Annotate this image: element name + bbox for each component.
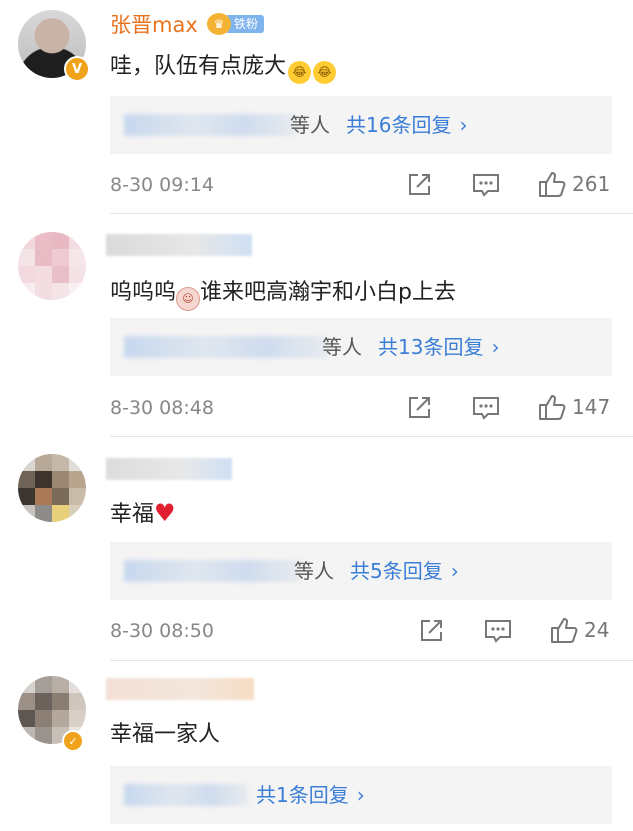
share-icon bbox=[421, 620, 442, 641]
like-button[interactable]: 147 bbox=[538, 393, 610, 421]
share-button[interactable] bbox=[406, 172, 432, 198]
view-replies-label: 共5条回复 bbox=[350, 559, 443, 583]
share-icon bbox=[409, 397, 430, 418]
blurred-username bbox=[106, 234, 252, 256]
reply-preview[interactable]: 等人 共16条回复 › bbox=[110, 96, 612, 154]
thumbs-up-icon bbox=[539, 395, 566, 420]
blurred-replier-names bbox=[124, 784, 248, 806]
timestamp: 8-30 09:14 bbox=[110, 174, 214, 196]
like-button[interactable]: 24 bbox=[550, 616, 609, 644]
timestamp: 8-30 08:50 bbox=[110, 620, 214, 642]
divider bbox=[110, 436, 633, 437]
view-replies-label: 共16条回复 bbox=[346, 113, 452, 137]
verified-badge-icon: ✓ bbox=[62, 730, 84, 752]
share-button[interactable] bbox=[406, 395, 432, 421]
comment-icon bbox=[473, 174, 499, 197]
comment-icon bbox=[473, 397, 499, 420]
blurred-username bbox=[106, 458, 232, 480]
username[interactable]: 张晋max bbox=[110, 10, 198, 40]
like-count: 261 bbox=[572, 172, 611, 196]
comment-text: 幸福♥ bbox=[110, 498, 176, 530]
comment-list: V 张晋max ♛ 铁粉 哇，队伍有点庞大 😂 😂 等人 共16条回复 › 8-30 … bbox=[0, 0, 633, 831]
reply-suffix: 等人 bbox=[290, 113, 330, 137]
comment-item: 幸福♥ 等人 共5条回复 › 8-30 08:50 24 bbox=[0, 444, 633, 664]
comment-text: 幸福一家人 bbox=[110, 722, 221, 747]
like-count: 24 bbox=[584, 618, 610, 642]
view-replies-link[interactable]: 共5条回复 › bbox=[350, 556, 459, 586]
blurred-username bbox=[106, 678, 254, 700]
like-button[interactable]: 261 bbox=[538, 170, 610, 198]
comment-item: 呜呜呜 ☺ 谁来吧高瀚宇和小白p上去 等人 共13条回复 › 8-30 08:48 1… bbox=[0, 222, 633, 442]
blurred-replier-names bbox=[124, 114, 296, 136]
blurred-replier-names bbox=[124, 336, 328, 358]
divider bbox=[110, 213, 633, 214]
laugh-cry-emoji-icon: 😂 bbox=[313, 61, 337, 84]
view-replies-link[interactable]: 共13条回复 › bbox=[378, 332, 499, 362]
thumbs-up-icon bbox=[539, 172, 566, 197]
comment-text-after: 谁来吧高瀚宇和小白p上去 bbox=[200, 280, 456, 305]
reply-suffix: 等人 bbox=[294, 559, 334, 583]
comment-icon bbox=[485, 620, 511, 643]
comment-item: V 张晋max ♛ 铁粉 哇，队伍有点庞大 😂 😂 等人 共16条回复 › 8-30 … bbox=[0, 0, 633, 220]
comment-text: 呜呜呜 ☺ 谁来吧高瀚宇和小白p上去 bbox=[110, 278, 456, 311]
view-replies-link[interactable]: 共1条回复 › bbox=[256, 780, 365, 810]
verified-badge-icon: V bbox=[64, 56, 90, 82]
comment-button[interactable] bbox=[472, 172, 500, 198]
baby-face-emoji-icon: ☺ bbox=[176, 287, 201, 311]
view-replies-link[interactable]: 共16条回复 › bbox=[346, 110, 467, 140]
share-button[interactable] bbox=[418, 618, 444, 644]
comment-button[interactable] bbox=[484, 618, 512, 644]
view-replies-label: 共13条回复 bbox=[378, 335, 484, 359]
timestamp: 8-30 08:48 bbox=[110, 397, 214, 419]
chevron-right-icon: › bbox=[459, 113, 468, 137]
comment-text-content: 哇，队伍有点庞大 bbox=[110, 54, 287, 79]
fan-badge: ♛ 铁粉 bbox=[207, 13, 265, 35]
comment-text: 哇，队伍有点庞大 😂 😂 bbox=[110, 52, 337, 84]
reply-preview[interactable]: 等人 共13条回复 › bbox=[110, 318, 612, 376]
laugh-cry-emoji-icon: 😂 bbox=[288, 61, 312, 84]
chevron-right-icon: › bbox=[491, 335, 500, 359]
comment-text-content: 幸福 bbox=[110, 502, 155, 527]
comment-button[interactable] bbox=[472, 395, 500, 421]
thumbs-up-icon bbox=[551, 618, 578, 643]
blurred-replier-names bbox=[124, 560, 300, 582]
reply-preview[interactable]: 等人 共5条回复 › bbox=[110, 542, 612, 600]
comment-text-before: 呜呜呜 bbox=[110, 280, 177, 305]
divider bbox=[110, 660, 633, 661]
like-count: 147 bbox=[572, 395, 611, 419]
view-replies-label: 共1条回复 bbox=[256, 783, 349, 807]
chevron-right-icon: › bbox=[450, 559, 459, 583]
red-heart-emoji-icon: ♥ bbox=[154, 499, 176, 527]
chevron-right-icon: › bbox=[356, 783, 365, 807]
reply-preview[interactable]: 共1条回复 › bbox=[110, 766, 612, 824]
comment-item: ✓ 幸福一家人 共1条回复 › bbox=[0, 666, 633, 831]
avatar[interactable] bbox=[18, 232, 86, 300]
avatar[interactable] bbox=[18, 454, 86, 522]
reply-suffix: 等人 bbox=[322, 335, 362, 359]
crown-icon: ♛ bbox=[207, 13, 231, 35]
share-icon bbox=[409, 174, 430, 195]
